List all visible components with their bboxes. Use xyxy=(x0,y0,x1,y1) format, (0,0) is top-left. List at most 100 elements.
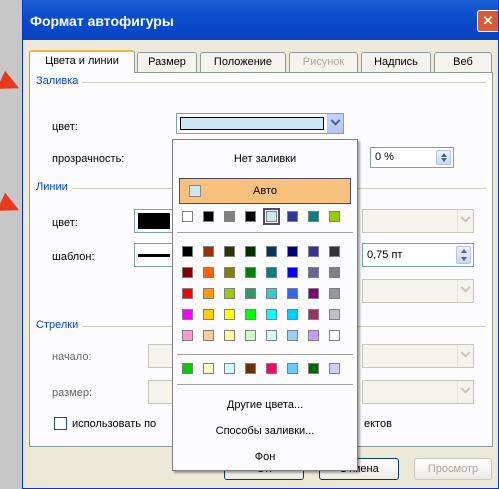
color-swatch[interactable] xyxy=(203,246,214,257)
chevron-down-icon xyxy=(460,212,471,223)
color-swatch[interactable] xyxy=(287,211,298,222)
chevron-down-icon xyxy=(460,282,471,293)
color-swatch[interactable] xyxy=(329,363,340,374)
color-swatch[interactable] xyxy=(263,208,280,225)
arrows-group-label: Стрелки xyxy=(36,319,83,331)
color-swatch[interactable] xyxy=(329,211,340,222)
fill-color-dropdown[interactable] xyxy=(176,113,344,134)
more-colors-option[interactable]: Другие цвета... xyxy=(173,399,357,411)
tab-size[interactable]: Размер xyxy=(137,52,197,72)
fill-color-label: цвет: xyxy=(52,121,78,133)
line-weight-value: 0,75 пт xyxy=(367,249,403,261)
color-swatch[interactable] xyxy=(287,288,298,299)
tab-colors-and-lines[interactable]: Цвета и линии xyxy=(29,50,135,73)
dropdown-button[interactable] xyxy=(327,114,343,133)
color-swatch[interactable] xyxy=(224,330,235,341)
color-swatch[interactable] xyxy=(308,309,319,320)
default-checkbox[interactable] xyxy=(54,417,67,430)
color-swatch[interactable] xyxy=(308,363,319,374)
color-swatch[interactable] xyxy=(203,330,214,341)
red-arrow-icon xyxy=(0,70,24,98)
color-swatch[interactable] xyxy=(182,330,193,341)
dropdown-button xyxy=(457,381,473,403)
color-swatch[interactable] xyxy=(245,288,256,299)
auto-color-label: Авто xyxy=(253,185,277,197)
color-swatch[interactable] xyxy=(329,309,340,320)
tab-position[interactable]: Положение xyxy=(200,52,286,72)
color-swatch[interactable] xyxy=(245,211,256,222)
color-swatch[interactable] xyxy=(182,309,193,320)
color-swatch[interactable] xyxy=(266,363,277,374)
lines-group-label: Линии xyxy=(36,181,72,193)
color-swatch[interactable] xyxy=(287,309,298,320)
color-swatch[interactable] xyxy=(245,330,256,341)
color-swatch[interactable] xyxy=(266,246,277,257)
transparency-value: 0 % xyxy=(375,151,394,163)
color-swatch[interactable] xyxy=(308,267,319,278)
color-swatch[interactable] xyxy=(287,363,298,374)
color-swatch[interactable] xyxy=(245,267,256,278)
color-swatch[interactable] xyxy=(203,267,214,278)
color-swatch[interactable] xyxy=(329,246,340,257)
background-option[interactable]: Фон xyxy=(173,451,357,463)
color-swatch[interactable] xyxy=(224,246,235,257)
color-swatch[interactable] xyxy=(182,363,193,374)
color-swatch[interactable] xyxy=(245,309,256,320)
color-swatch[interactable] xyxy=(245,363,256,374)
color-swatch[interactable] xyxy=(329,267,340,278)
color-swatch[interactable] xyxy=(203,309,214,320)
line-weight-input[interactable]: 0,75 пт xyxy=(362,243,474,267)
spinner-icon[interactable] xyxy=(456,246,471,264)
separator xyxy=(177,354,353,355)
arrow-size-label: размер: xyxy=(52,387,93,399)
color-swatch[interactable] xyxy=(308,246,319,257)
chevron-down-icon xyxy=(460,383,471,394)
fill-group-label: Заливка xyxy=(36,75,83,87)
color-swatch[interactable] xyxy=(329,288,340,299)
color-swatch[interactable] xyxy=(308,330,319,341)
tab-label: Положение xyxy=(213,56,273,68)
line-color-dropdown[interactable] xyxy=(134,209,174,233)
line-style-dropdown xyxy=(362,209,474,233)
color-swatch[interactable] xyxy=(266,288,277,299)
chevron-down-icon xyxy=(330,115,341,126)
color-swatch[interactable] xyxy=(224,288,235,299)
color-swatch[interactable] xyxy=(245,246,256,257)
close-button[interactable]: ✕ xyxy=(477,10,498,32)
auto-color-option[interactable]: Авто xyxy=(179,178,351,204)
color-swatch[interactable] xyxy=(224,267,235,278)
color-swatch[interactable] xyxy=(182,267,193,278)
color-swatch[interactable] xyxy=(308,288,319,299)
tab-textbox[interactable]: Надпись xyxy=(361,52,431,72)
tab-web[interactable]: Веб xyxy=(434,52,492,72)
color-swatch[interactable] xyxy=(266,309,277,320)
color-swatch[interactable] xyxy=(287,330,298,341)
spinner-icon[interactable] xyxy=(436,150,451,165)
color-swatch[interactable] xyxy=(287,267,298,278)
color-swatch[interactable] xyxy=(329,330,340,341)
color-swatch[interactable] xyxy=(203,288,214,299)
color-swatch[interactable] xyxy=(182,288,193,299)
color-swatch[interactable] xyxy=(308,211,319,222)
default-checkbox-label[interactable]: использовать по xyxy=(72,418,156,430)
transparency-input[interactable]: 0 % xyxy=(370,147,454,168)
color-swatch[interactable] xyxy=(287,246,298,257)
no-fill-option[interactable]: Нет заливки xyxy=(173,153,357,165)
arrow-start-label: начало: xyxy=(52,351,92,363)
color-swatch[interactable] xyxy=(266,330,277,341)
default-checkbox-label-tail: ектов xyxy=(364,418,392,430)
fill-effects-option[interactable]: Способы заливки... xyxy=(173,425,357,437)
line-connector-dropdown xyxy=(362,279,474,303)
line-pattern-dropdown[interactable] xyxy=(134,243,174,267)
color-swatch[interactable] xyxy=(182,246,193,257)
pattern-label: шаблон: xyxy=(52,251,95,263)
color-swatch[interactable] xyxy=(203,363,214,374)
color-swatch[interactable] xyxy=(224,309,235,320)
color-swatch[interactable] xyxy=(266,267,277,278)
color-swatch[interactable] xyxy=(203,211,214,222)
color-swatch[interactable] xyxy=(224,363,235,374)
chevron-down-icon xyxy=(460,347,471,358)
fill-color-swatch xyxy=(180,117,324,130)
color-swatch[interactable] xyxy=(182,211,193,222)
color-swatch[interactable] xyxy=(224,211,235,222)
